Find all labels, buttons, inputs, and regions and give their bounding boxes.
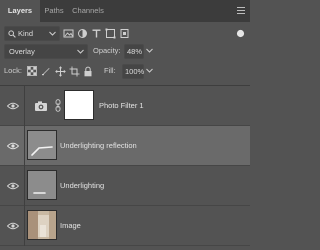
fill-field[interactable]: 100% (122, 64, 144, 79)
lock-transparent-pixels-icon[interactable] (26, 65, 38, 77)
chevron-down-icon (77, 49, 84, 54)
layer-row-image[interactable]: Image (0, 206, 250, 246)
lock-artboard-icon[interactable] (68, 65, 80, 77)
lock-image-pixels-icon[interactable] (40, 65, 52, 77)
opacity-chevron-icon[interactable] (146, 48, 153, 53)
visibility-eye-icon[interactable] (6, 100, 20, 112)
opacity-label: Opacity: (93, 46, 121, 55)
layer-mask-thumbnail[interactable] (64, 90, 94, 120)
layer-thumbnail[interactable] (27, 210, 57, 240)
tab-channels[interactable]: Channels (70, 0, 106, 22)
layer-filter-row: Kind (4, 26, 246, 41)
search-icon (8, 30, 16, 38)
fill-label: Fill: (104, 66, 116, 75)
visibility-separator (24, 86, 25, 126)
layer-thumbnail[interactable] (27, 130, 57, 160)
layer-row-underlighting-reflection[interactable]: Underlighting reflection (0, 126, 250, 166)
layer-row-underlighting[interactable]: Underlighting (0, 166, 250, 206)
layer-name: Photo Filter 1 (99, 101, 144, 110)
layer-name: Image (60, 221, 81, 230)
visibility-eye-icon[interactable] (6, 140, 20, 152)
filter-kind-dropdown[interactable]: Kind (4, 26, 60, 41)
blend-row: Overlay Opacity: 48% (4, 44, 246, 59)
mask-link-chain-icon[interactable] (55, 99, 61, 112)
type-filter-icon[interactable] (90, 27, 103, 40)
visibility-separator (24, 126, 25, 166)
lock-row: Lock: Fill: 100% (4, 64, 246, 79)
layers-list: Photo Filter 1 Underlighting reflection … (0, 85, 250, 250)
visibility-separator (24, 166, 25, 206)
panel-menu-icon[interactable] (236, 5, 246, 15)
opacity-field[interactable]: 48% (124, 44, 144, 59)
chevron-down-icon (49, 31, 56, 36)
lock-position-icon[interactable] (54, 65, 66, 77)
filter-kind-label: Kind (18, 29, 34, 38)
smart-object-filter-icon[interactable] (118, 27, 131, 40)
visibility-eye-icon[interactable] (6, 180, 20, 192)
layer-row-photo-filter[interactable]: Photo Filter 1 (0, 86, 250, 126)
lock-label: Lock: (4, 66, 22, 75)
tab-layers[interactable]: Layers (0, 0, 40, 22)
tab-paths[interactable]: Paths (40, 0, 68, 22)
visibility-separator (24, 206, 25, 246)
fill-chevron-icon[interactable] (146, 68, 153, 73)
panel-tab-bar: Layers Paths Channels (0, 0, 250, 22)
adjustment-filter-icon[interactable] (76, 27, 89, 40)
lock-all-icon[interactable] (82, 65, 94, 77)
blend-mode-dropdown[interactable]: Overlay (4, 44, 88, 59)
layer-name: Underlighting (60, 181, 105, 190)
filter-toggle-icon[interactable] (234, 27, 247, 40)
layer-name: Underlighting reflection (60, 141, 137, 150)
shape-filter-icon[interactable] (104, 27, 117, 40)
layer-thumbnail[interactable] (27, 170, 57, 200)
visibility-eye-icon[interactable] (6, 220, 20, 232)
blend-mode-value: Overlay (9, 47, 35, 56)
photo-filter-adjustment-icon (35, 101, 47, 111)
pixel-filter-icon[interactable] (62, 27, 75, 40)
